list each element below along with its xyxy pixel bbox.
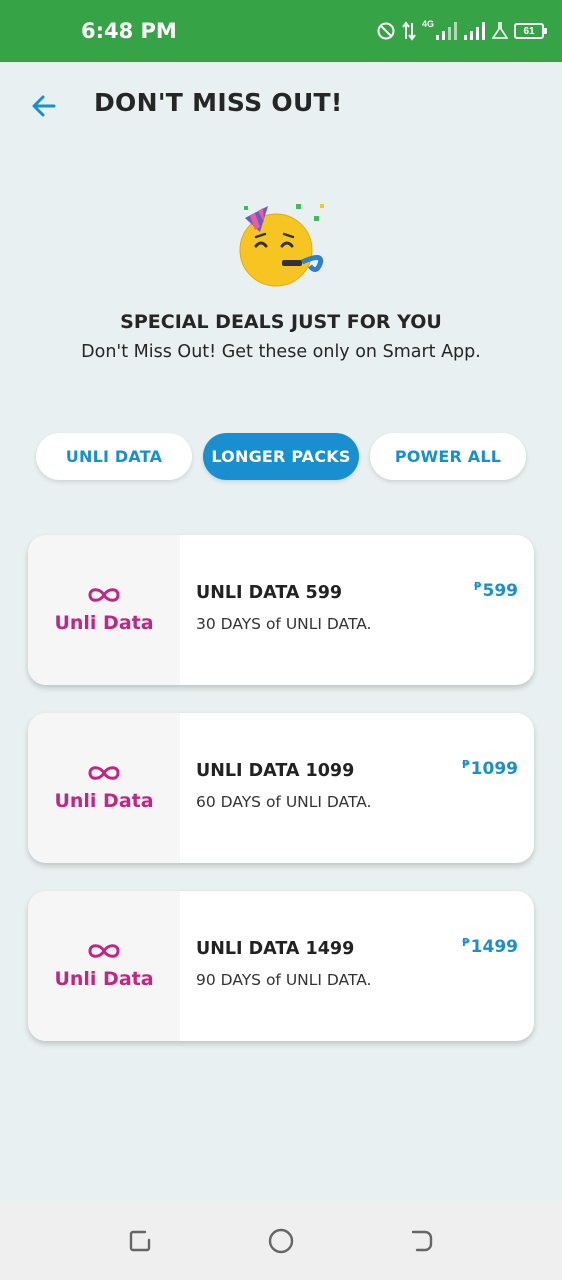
offer-description: 60 DAYS of UNLI DATA. [196, 793, 372, 811]
tab-power-all[interactable]: POWER ALL [370, 433, 526, 480]
status-icons: 4G 61 [376, 18, 547, 44]
home-icon[interactable] [268, 1228, 294, 1254]
offer-card[interactable]: Unli Data UNLI DATA 599 30 DAYS of UNLI … [28, 535, 534, 685]
network-type: 4G [421, 19, 434, 29]
signal-icon-1 [436, 22, 457, 40]
price-value: 1499 [470, 937, 518, 957]
price-value: 1099 [470, 759, 518, 779]
page-title: DON'T MISS OUT! [94, 88, 343, 117]
logo-text: Unli Data [54, 790, 154, 812]
infinity-icon [88, 766, 120, 780]
status-bar: 6:48 PM 4G 61 [0, 0, 562, 62]
do-not-disturb-icon [377, 22, 395, 40]
offer-description: 90 DAYS of UNLI DATA. [196, 971, 372, 989]
offer-logo: Unli Data [28, 891, 180, 1041]
signal-icon-2 [464, 22, 485, 40]
hero-heading: SPECIAL DEALS JUST FOR YOU [120, 311, 442, 333]
recents-icon[interactable] [127, 1228, 153, 1254]
tab-unli-data[interactable]: UNLI DATA [36, 433, 192, 480]
data-arrows-icon [402, 21, 416, 41]
flask-icon [492, 22, 508, 39]
tab-longer-packs[interactable]: LONGER PACKS [203, 433, 359, 480]
offer-name: UNLI DATA 1099 [196, 761, 355, 781]
offer-price: ₱599 [473, 580, 519, 601]
offer-description: 30 DAYS of UNLI DATA. [196, 615, 372, 633]
party-face-icon [239, 204, 324, 287]
offer-card[interactable]: Unli Data UNLI DATA 1499 90 DAYS of UNLI… [28, 891, 534, 1041]
logo-text: Unli Data [54, 968, 154, 990]
logo-text: Unli Data [54, 612, 154, 634]
offer-price: ₱1499 [462, 936, 518, 957]
offer-logo: Unli Data [28, 713, 180, 863]
offer-card[interactable]: Unli Data UNLI DATA 1099 60 DAYS of UNLI… [28, 713, 534, 863]
offer-name: UNLI DATA 1499 [196, 939, 355, 959]
price-value: 599 [482, 581, 519, 601]
status-time: 6:48 PM [81, 19, 177, 43]
navigation-bar [0, 1201, 562, 1280]
offer-logo: Unli Data [28, 535, 180, 685]
back-arrow-icon[interactable] [30, 92, 58, 120]
currency-symbol: ₱ [473, 580, 482, 593]
currency-symbol: ₱ [462, 936, 470, 949]
infinity-icon [88, 944, 120, 958]
back-nav-icon[interactable] [409, 1228, 435, 1254]
battery-level: 61 [523, 25, 535, 37]
offer-price: ₱1099 [462, 758, 518, 779]
infinity-icon [88, 588, 120, 602]
currency-symbol: ₱ [462, 758, 470, 771]
offer-name: UNLI DATA 599 [196, 583, 343, 603]
hero-subheading: Don't Miss Out! Get these only on Smart … [81, 342, 481, 362]
battery-icon: 61 [514, 23, 547, 39]
